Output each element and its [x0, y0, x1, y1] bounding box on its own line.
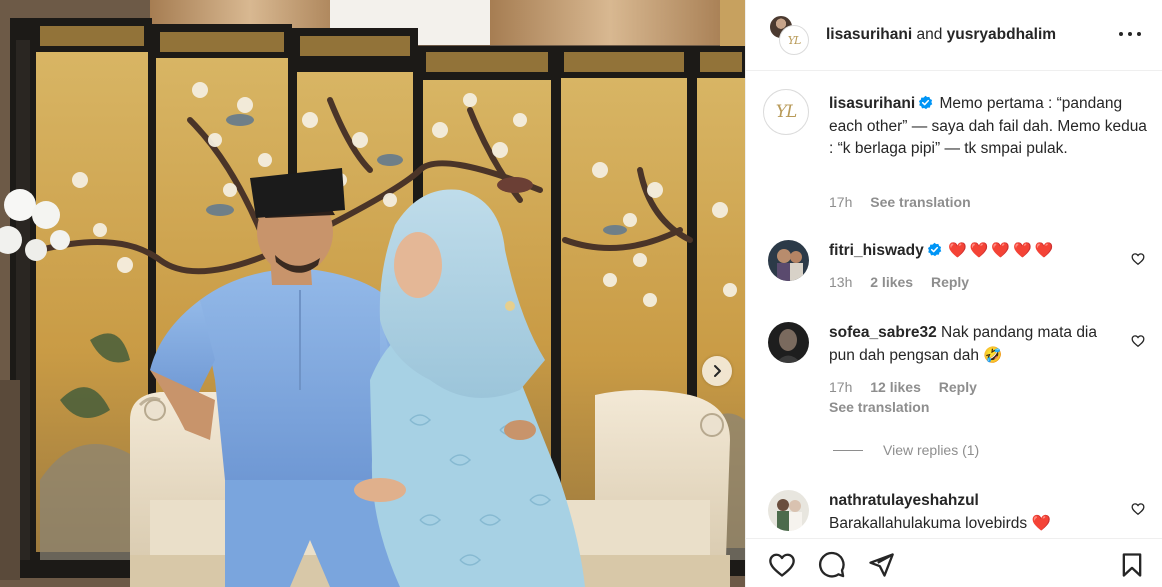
comment-text: Barakallahulakuma lovebirds ❤️	[829, 514, 1051, 532]
next-photo-button[interactable]	[702, 356, 732, 386]
comment-likes[interactable]: 2 likes	[870, 274, 913, 290]
comment-body: nathratulayeshahzul Barakallahulakuma lo…	[829, 490, 1114, 535]
caption-username[interactable]: lisasurihani	[829, 95, 915, 112]
replies-divider	[833, 449, 863, 451]
more-options-icon[interactable]	[1119, 24, 1141, 44]
post-header: YL lisasurihani and yusryabdhalim	[746, 0, 1162, 71]
comment-icon[interactable]	[818, 551, 846, 579]
paper-plane-icon[interactable]	[867, 551, 895, 579]
comment-username[interactable]: nathratulayeshahzul	[829, 492, 979, 509]
like-comment-heart-icon[interactable]	[1131, 502, 1145, 516]
comment-meta: 13h 2 likes Reply	[829, 274, 983, 290]
author-joiner: and	[916, 26, 943, 43]
comment-text: ❤️❤️❤️❤️❤️	[948, 242, 1057, 259]
comment-meta: 17h 12 likes Reply	[829, 379, 991, 395]
comments-list[interactable]: YL lisasurihani Memo pertama : “pandang …	[746, 72, 1162, 538]
post-photo[interactable]	[0, 0, 745, 587]
comment-time[interactable]: 17h	[829, 379, 852, 395]
see-translation-link[interactable]: See translation	[829, 399, 929, 415]
post-authors: lisasurihani and yusryabdhalim	[826, 26, 1056, 44]
like-comment-heart-icon[interactable]	[1131, 334, 1145, 348]
avatar[interactable]	[768, 490, 809, 531]
bookmark-icon[interactable]	[1118, 551, 1146, 579]
caption-time[interactable]: 17h	[829, 194, 852, 210]
comment-time[interactable]: 13h	[829, 274, 852, 290]
see-translation-link[interactable]: See translation	[870, 194, 970, 210]
photo-scene	[0, 0, 745, 587]
collab-avatars[interactable]: YL	[768, 14, 812, 56]
instagram-post-modal: YL lisasurihani and yusryabdhalim YL lis…	[0, 0, 1162, 587]
avatar[interactable]: YL	[763, 89, 809, 135]
comment-body: sofea_sabre32 Nak pandang mata dia pun d…	[829, 322, 1114, 367]
like-comment-heart-icon[interactable]	[1131, 252, 1145, 266]
reply-button[interactable]: Reply	[939, 379, 977, 395]
verified-badge-icon	[927, 242, 941, 257]
verified-badge-icon	[919, 95, 933, 110]
caption-text-block: lisasurihani Memo pertama : “pandang eac…	[829, 93, 1149, 161]
post-actions-bar	[746, 538, 1162, 587]
coauthor-username[interactable]: yusryabdhalim	[947, 26, 1056, 43]
chevron-right-icon	[714, 365, 721, 377]
view-replies-button[interactable]: View replies (1)	[833, 442, 979, 458]
author-username[interactable]: lisasurihani	[826, 26, 912, 43]
monogram-logo: YL	[775, 102, 797, 122]
avatar[interactable]	[768, 322, 809, 363]
heart-icon[interactable]	[768, 551, 796, 579]
comment-username[interactable]: fitri_hiswady	[829, 242, 924, 259]
comment-likes[interactable]: 12 likes	[870, 379, 921, 395]
comment-translate: See translation	[829, 399, 943, 415]
avatar[interactable]: YL	[779, 25, 809, 55]
caption-meta: 17h See translation	[829, 194, 985, 210]
post-details-panel: YL lisasurihani and yusryabdhalim YL lis…	[745, 0, 1162, 587]
comment-username[interactable]: sofea_sabre32	[829, 324, 937, 341]
reply-button[interactable]: Reply	[931, 274, 969, 290]
monogram-logo: YL	[787, 33, 802, 47]
comment-body: fitri_hiswady ❤️❤️❤️❤️❤️	[829, 240, 1114, 263]
avatar[interactable]	[768, 240, 809, 281]
view-replies-label: View replies (1)	[883, 442, 980, 458]
